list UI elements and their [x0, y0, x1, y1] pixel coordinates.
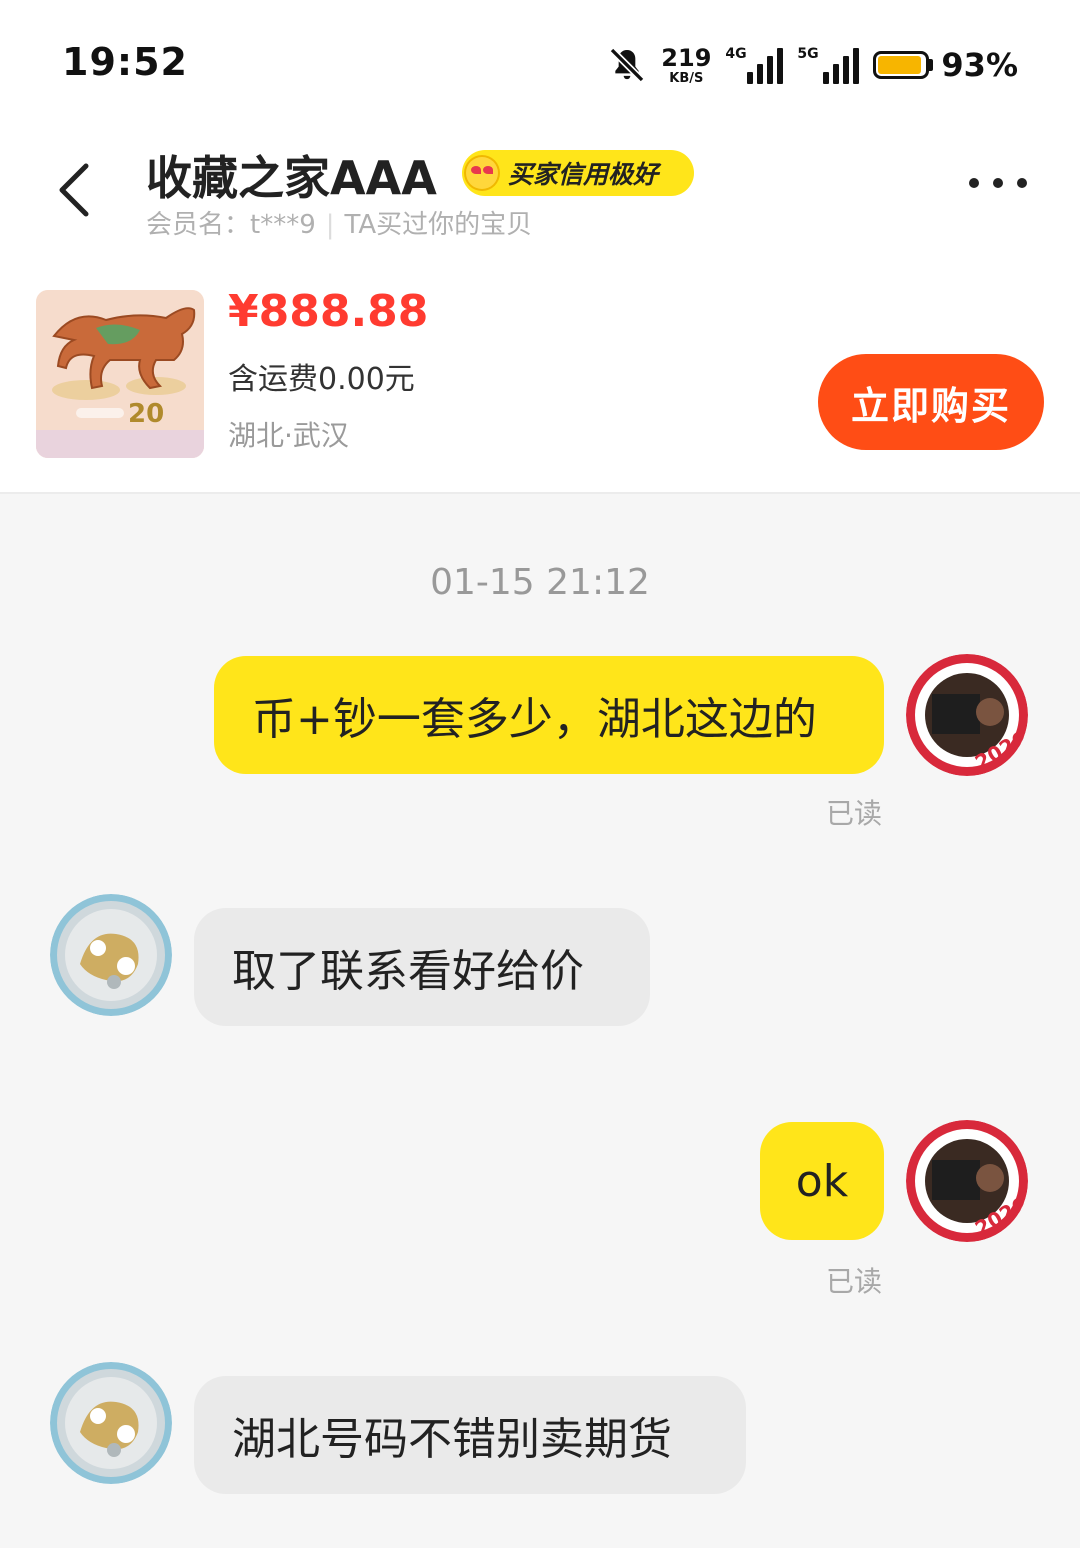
read-receipt: 已读	[826, 1265, 883, 1298]
message-text: 湖北号码不错别卖期货	[232, 1414, 672, 1465]
svg-text:20: 20	[128, 399, 164, 429]
battery-icon	[873, 51, 934, 79]
message-bubble-received[interactable]: 湖北号码不错别卖期货	[194, 1376, 746, 1494]
message-text: 币+钞一套多少，湖北这边的	[252, 694, 817, 745]
status-bar: 19:52 219 KB/S 4G 5G 93%	[0, 0, 1080, 130]
signal-5g-tag: 5G	[797, 46, 819, 62]
signal-5g-icon: 5G	[797, 46, 860, 84]
product-thumbnail[interactable]: 20	[36, 290, 204, 458]
message-bubble-sent[interactable]: 币+钞一套多少，湖北这边的	[214, 656, 884, 774]
back-arrow-icon[interactable]	[52, 160, 102, 220]
read-receipt: 已读	[826, 797, 883, 830]
status-time: 19:52	[62, 40, 188, 84]
message-bubble-received[interactable]: 取了联系看好给价	[194, 908, 650, 1026]
contact-avatar[interactable]	[50, 1362, 172, 1484]
chat-timestamp: 01-15 21:12	[430, 562, 650, 603]
net-speed-value: 219	[661, 43, 712, 72]
more-options-icon[interactable]	[962, 178, 1034, 188]
product-location: 湖北·武汉	[228, 419, 349, 452]
contact-avatar[interactable]	[50, 894, 172, 1016]
credit-badge-label: 买家信用极好	[508, 160, 659, 189]
credit-badge: 买家信用极好	[462, 150, 694, 196]
contact-name: 收藏之家AAA	[146, 151, 437, 205]
bought-note: TA买过你的宝贝	[344, 210, 533, 240]
net-speed-unit: KB/S	[669, 70, 704, 86]
member-name: 会员名：t***9	[146, 210, 316, 240]
chat-header: 收藏之家AAA 买家信用极好 会员名：t***9 | TA买过你的宝贝	[0, 130, 1080, 250]
signal-4g-icon: 4G	[725, 46, 784, 84]
message-text: ok	[795, 1155, 849, 1207]
contact-subtitle: 会员名：t***9 | TA买过你的宝贝	[146, 210, 533, 240]
my-avatar[interactable]: 2026	[906, 654, 1028, 776]
bell-off-icon	[609, 47, 645, 83]
message-text: 取了联系看好给价	[232, 946, 584, 997]
buy-now-button[interactable]: 立即购买	[818, 354, 1044, 450]
product-card[interactable]: 20 ¥888.88 含运费0.00元 湖北·武汉 立即购买	[0, 250, 1080, 494]
horse-banknote-image: 20	[36, 290, 204, 458]
message-bubble-sent[interactable]: ok	[760, 1122, 884, 1240]
status-icons: 219 KB/S 4G 5G 93%	[593, 40, 1018, 90]
signal-4g-tag: 4G	[725, 46, 747, 62]
my-avatar[interactable]: 2026	[906, 1120, 1028, 1242]
product-shipping: 含运费0.00元	[228, 362, 415, 397]
heart-eyes-emoji-icon	[464, 155, 500, 191]
battery-text: 93%	[941, 46, 1018, 84]
product-price: ¥888.88	[228, 286, 429, 337]
net-speed: 219 KB/S	[661, 46, 711, 85]
